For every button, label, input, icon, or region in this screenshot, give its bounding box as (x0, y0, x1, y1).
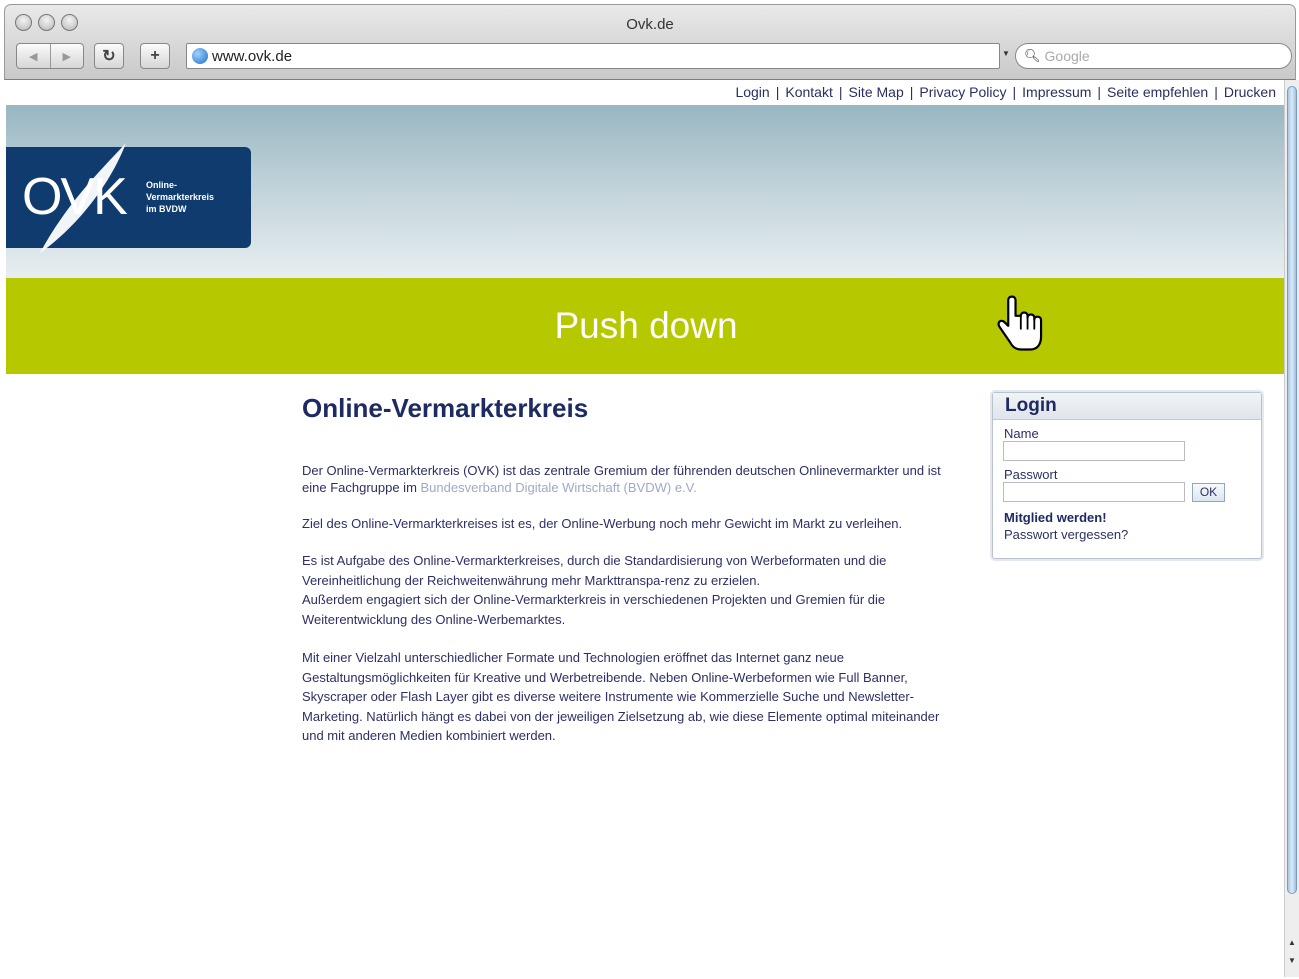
push-down-banner[interactable]: Push down (6, 278, 1284, 374)
toplink-kontakt[interactable]: Kontakt (785, 84, 832, 100)
add-bookmark-button[interactable]: + (140, 43, 170, 69)
forward-button[interactable]: ▶ (51, 44, 84, 68)
toplink-impressum[interactable]: Impressum (1022, 84, 1091, 100)
browser-toolbar: Ovk.de ◀ ▶ ↻ + www.ovk.de ▼ 🔍︎ Google (4, 4, 1296, 80)
web-page: Login | Kontakt | Site Map | Privacy Policy | Im… (6, 80, 1284, 977)
vertical-scrollbar[interactable]: ▲ ▼ (1284, 80, 1299, 977)
member-link[interactable]: Mitglied werden! (1004, 510, 1261, 525)
task-paragraph: Es ist Aufgabe des Online-Vermarkterkrei… (302, 553, 887, 588)
address-text: www.ovk.de (212, 47, 293, 65)
main-content: Online-Vermarkterkreis Der Online-Vermar… (302, 390, 962, 765)
address-bar[interactable]: www.ovk.de (186, 43, 1000, 69)
globe-icon (192, 48, 208, 64)
scroll-up-icon[interactable]: ▲ (1288, 938, 1296, 947)
page-title: Online-Vermarkterkreis (302, 393, 589, 423)
name-field[interactable] (1003, 441, 1185, 461)
login-title: Login (993, 393, 1261, 420)
search-field[interactable]: 🔍︎ Google (1015, 43, 1292, 69)
search-icon: 🔍︎ (1024, 48, 1041, 63)
banner-text: Push down (554, 305, 738, 346)
bvdw-link[interactable]: Bundesverband Digitale Wirtschaft (BVDW)… (421, 480, 697, 495)
toplink-login[interactable]: Login (735, 84, 769, 100)
forgot-password-link[interactable]: Passwort vergessen? (1004, 527, 1261, 542)
logo-subline: Online- Vermarkterkreis im BVDW (146, 180, 215, 214)
goal-paragraph: Ziel des Online-Vermarkterkreises ist es… (302, 516, 903, 531)
reload-button[interactable]: ↻ (94, 43, 124, 69)
hand-pointer-icon (997, 295, 1043, 351)
scrollbar-thumb[interactable] (1287, 86, 1297, 894)
ovk-logo[interactable]: OVK Online- Vermarkterkreis im BVDW (6, 143, 251, 253)
toplink-privacy[interactable]: Privacy Policy (919, 84, 1006, 100)
search-placeholder: Google (1044, 48, 1090, 64)
site-header: OVK Online- Vermarkterkreis im BVDW (6, 105, 1284, 278)
formats-paragraph: Mit einer Vielzahl unterschiedlicher For… (302, 650, 940, 743)
login-box: Login Name Passwort OK Mitglied werden! … (992, 392, 1262, 559)
address-dropdown-icon[interactable]: ▼ (1002, 49, 1010, 58)
toplink-print[interactable]: Drucken (1224, 84, 1276, 100)
logo-text: OVK (22, 168, 128, 226)
name-label: Name (1004, 426, 1039, 441)
password-field[interactable] (1003, 482, 1185, 502)
toplink-sitemap[interactable]: Site Map (848, 84, 903, 100)
back-button[interactable]: ◀ (17, 44, 51, 68)
scroll-down-icon[interactable]: ▼ (1288, 956, 1296, 965)
intro-paragraph: Der Online-Vermarkterkreis (OVK) ist das… (302, 463, 941, 495)
back-forward-buttons: ◀ ▶ (16, 43, 84, 69)
toplink-recommend[interactable]: Seite empfehlen (1107, 84, 1208, 100)
plus-icon: + (150, 47, 160, 64)
engagement-paragraph: Außerdem engagiert sich der Online-Verma… (302, 592, 886, 627)
top-navigation: Login | Kontakt | Site Map | Privacy Policy | Im… (735, 84, 1276, 100)
ok-button[interactable]: OK (1192, 482, 1225, 502)
reload-icon: ↻ (102, 48, 116, 65)
window-title: Ovk.de (626, 16, 674, 33)
password-label: Passwort (1004, 467, 1058, 482)
